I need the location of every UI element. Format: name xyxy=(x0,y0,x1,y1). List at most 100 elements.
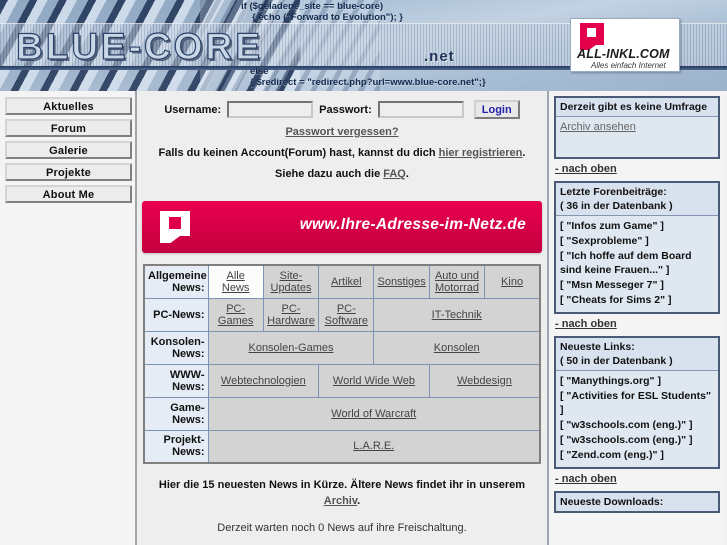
sponsor-name: ALL-INKL.COM xyxy=(577,47,670,61)
back-to-top-link-3[interactable]: - nach oben xyxy=(555,473,720,485)
news-category-table-body: Allgemeine News: Alle News Site-Updates Art… xyxy=(143,264,541,464)
newest-links-list: [ "Manythings.org" ][ "Activities for ES… xyxy=(556,370,718,467)
register-prefix-text: Falls du keinen Account(Forum) hast, kan… xyxy=(158,147,439,159)
forum-post-entry[interactable]: [ "Ich hoffe auf dem Board sind keine Fr… xyxy=(560,249,714,277)
news-category-cell[interactable]: PC-Software xyxy=(318,297,375,332)
news-category-cell[interactable]: Auto und Motorrad xyxy=(428,264,486,299)
news-category-link[interactable]: Sonstiges xyxy=(377,276,425,288)
news-category-link[interactable]: World Wide Web xyxy=(333,375,415,387)
news-category-cell[interactable]: Artikel xyxy=(318,264,375,299)
news-category-link[interactable]: L.A.R.E. xyxy=(353,440,394,452)
news-category-row-label: WWW-News: xyxy=(143,363,209,398)
news-category-row: Game-News: World of Warcraft xyxy=(143,396,541,431)
news-category-link[interactable]: Artikel xyxy=(331,276,362,288)
news-category-link[interactable]: Auto und Motorrad xyxy=(435,270,479,294)
username-label: Username: xyxy=(164,103,222,116)
forum-post-entry[interactable]: [ "Sexprobleme" ] xyxy=(560,234,714,248)
faq-row: Siehe dazu auch die FAQ. xyxy=(143,167,541,182)
username-input[interactable] xyxy=(227,101,314,118)
newest-downloads-title: Neueste Downloads: xyxy=(556,493,718,511)
forum-posts-header: Letzte Forenbeiträge: ( 36 in der Datenb… xyxy=(556,183,718,215)
right-sidebar: Derzeit gibt es keine Umfrage Archiv ans… xyxy=(549,91,725,545)
news-category-row-label: PC-News: xyxy=(143,297,209,332)
poll-box: Derzeit gibt es keine Umfrage Archiv ans… xyxy=(554,96,720,159)
newest-links-count: ( 50 in der Datenbank ) xyxy=(560,355,673,367)
news-category-link[interactable]: PC-Hardware xyxy=(267,303,315,327)
newest-links-box: Neueste Links: ( 50 in der Datenbank ) [… xyxy=(554,336,720,469)
register-suffix-text: . xyxy=(522,147,526,159)
archive-note: Hier die 15 neuesten News in Kürze. Älte… xyxy=(137,477,547,509)
news-category-cell[interactable]: Sonstiges xyxy=(373,264,430,299)
poll-body: Archiv ansehen xyxy=(556,116,718,157)
login-fields-row: Username: Passwort: Login xyxy=(143,100,541,119)
news-category-cell[interactable]: Site-Updates xyxy=(262,264,320,299)
news-category-cell[interactable]: Kino xyxy=(484,264,541,299)
news-category-cell[interactable]: World of Warcraft xyxy=(207,396,541,431)
news-category-link[interactable]: Konsolen-Games xyxy=(248,342,333,354)
news-category-link[interactable]: Site-Updates xyxy=(271,270,312,294)
forum-post-entry[interactable]: [ "Cheats for Sims 2" ] xyxy=(560,293,714,307)
news-category-cell[interactable]: PC-Games xyxy=(207,297,264,332)
newest-link-entry[interactable]: [ "w3schools.com (eng.)" ] xyxy=(560,433,714,447)
news-category-link[interactable]: World of Warcraft xyxy=(331,408,416,420)
sidebar-item-projekte[interactable]: Projekte xyxy=(5,163,132,181)
forum-posts-list: [ "Infos zum Game" ][ "Sexprobleme" ][ "… xyxy=(556,215,718,312)
news-category-table: Allgemeine News: Alle News Site-Updates Art… xyxy=(143,264,541,464)
archive-note-suffix: . xyxy=(357,495,361,507)
newest-link-entry[interactable]: [ "Zend.com (eng.)" ] xyxy=(560,448,714,462)
back-to-top-link-2[interactable]: - nach oben xyxy=(555,318,720,330)
page-root: BLUE-CORE .net if ($geladene_site == blu… xyxy=(0,0,727,545)
poll-archive-link[interactable]: Archiv ansehen xyxy=(560,120,714,136)
newest-link-entry[interactable]: [ "w3schools.com (eng.)" ] xyxy=(560,418,714,432)
news-category-cell[interactable]: Webtechnologien xyxy=(207,363,320,398)
sponsor-banner-all-inkl[interactable]: ALL-INKL.COM Alles einfach Internet xyxy=(570,18,680,72)
advertisement-banner[interactable]: www.Ihre-Adresse-im-Netz.de xyxy=(142,201,542,253)
forgot-password-row: Passwort vergessen? xyxy=(143,125,541,140)
forum-posts-count: ( 36 in der Datenbank ) xyxy=(560,200,673,212)
archive-link[interactable]: Archiv xyxy=(324,495,357,507)
news-category-link[interactable]: IT-Technik xyxy=(432,309,482,321)
news-category-cell[interactable]: L.A.R.E. xyxy=(207,429,541,464)
header-code-line-2: { echo ("Forward to Evolution"); } xyxy=(252,12,403,23)
forgot-password-link[interactable]: Passwort vergessen? xyxy=(285,126,398,138)
news-category-cell[interactable]: PC-Hardware xyxy=(262,297,320,332)
site-logo-wordmark[interactable]: BLUE-CORE xyxy=(15,25,263,68)
back-to-top-link-1[interactable]: - nach oben xyxy=(555,163,720,175)
forum-post-entry[interactable]: [ "Infos zum Game" ] xyxy=(560,219,714,233)
forum-post-entry[interactable]: [ "Msn Messeger 7" ] xyxy=(560,278,714,292)
news-category-link[interactable]: Webtechnologien xyxy=(221,375,306,387)
newest-link-entry[interactable]: [ "Manythings.org" ] xyxy=(560,374,714,388)
news-category-cell[interactable]: Konsolen-Games xyxy=(207,330,375,365)
sidebar-item-aktuelles[interactable]: Aktuelles xyxy=(5,97,132,115)
news-category-link[interactable]: PC-Software xyxy=(325,303,368,327)
news-category-row: Allgemeine News: Alle News Site-Updates Art… xyxy=(143,264,541,299)
news-category-link[interactable]: PC-Games xyxy=(218,303,253,327)
news-category-link[interactable]: Webdesign xyxy=(457,375,512,387)
register-link[interactable]: hier registrieren xyxy=(439,147,523,159)
page-layout: Aktuelles Forum Galerie Projekte About M… xyxy=(0,91,727,545)
login-button[interactable]: Login xyxy=(473,100,520,119)
news-category-cell[interactable]: IT-Technik xyxy=(373,297,541,332)
news-category-cell[interactable]: World Wide Web xyxy=(318,363,430,398)
sidebar-item-forum[interactable]: Forum xyxy=(5,119,132,137)
news-category-row: Projekt-News: L.A.R.E. xyxy=(143,429,541,464)
forum-posts-box: Letzte Forenbeiträge: ( 36 in der Datenb… xyxy=(554,181,720,314)
sidebar-item-about-me[interactable]: About Me xyxy=(5,185,132,203)
banner-logo-icon xyxy=(160,211,190,236)
password-input[interactable] xyxy=(377,101,464,118)
news-category-row: WWW-News: Webtechnologien World Wide Web We… xyxy=(143,363,541,398)
faq-suffix-text: . xyxy=(405,168,409,180)
news-category-cell[interactable]: Alle News xyxy=(207,264,264,299)
main-content: Username: Passwort: Login Passwort verge… xyxy=(137,91,549,545)
sidebar-item-galerie[interactable]: Galerie xyxy=(5,141,132,159)
faq-link[interactable]: FAQ xyxy=(383,168,406,180)
news-category-cell[interactable]: Konsolen xyxy=(373,330,541,365)
news-category-cell[interactable]: Webdesign xyxy=(428,363,541,398)
news-category-link[interactable]: Kino xyxy=(501,276,523,288)
news-category-link[interactable]: Alle News xyxy=(222,270,250,294)
news-category-link[interactable]: Konsolen xyxy=(434,342,480,354)
password-label: Passwort: xyxy=(319,103,372,116)
banner-text: www.Ihre-Adresse-im-Netz.de xyxy=(299,216,526,233)
newest-link-entry[interactable]: [ "Activities for ESL Students" ] xyxy=(560,389,714,417)
forum-posts-title: Letzte Forenbeiträge: xyxy=(560,186,667,198)
